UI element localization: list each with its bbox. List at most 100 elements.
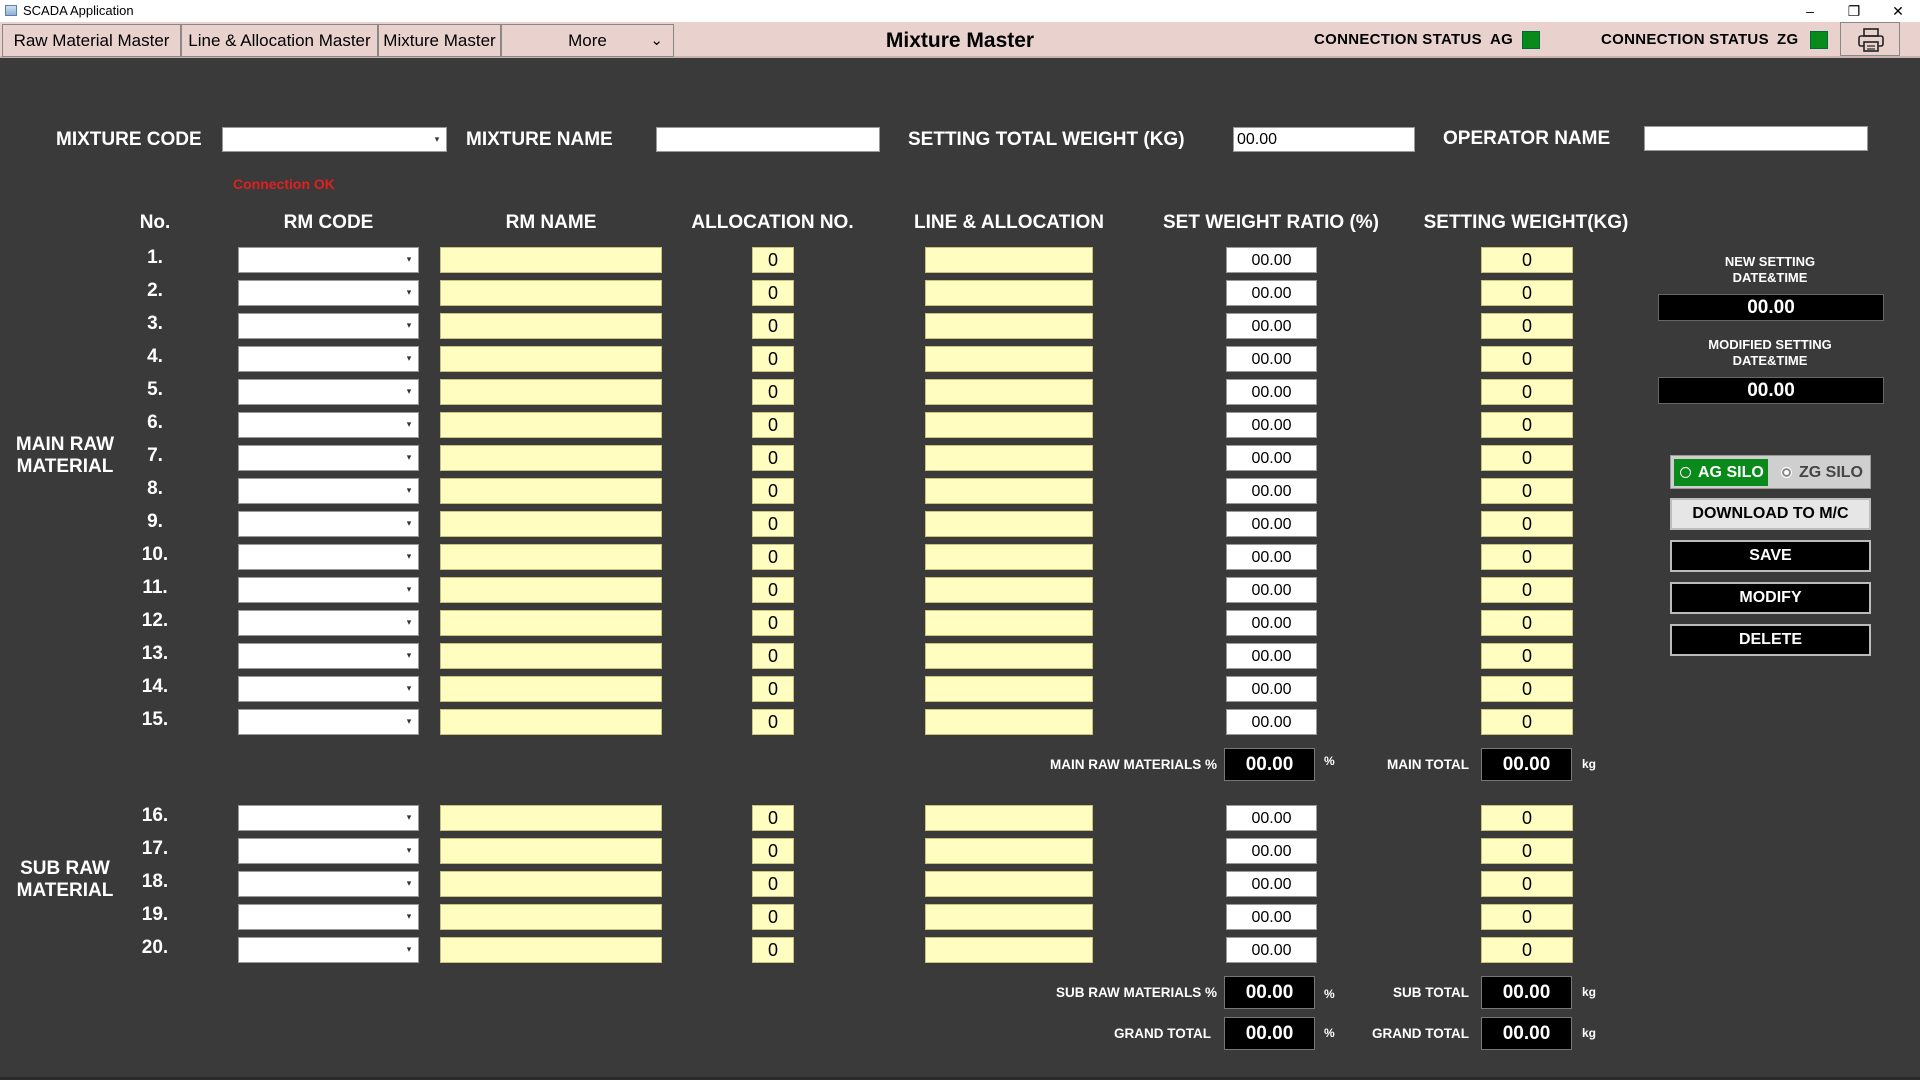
rm-name-field[interactable]: [440, 445, 662, 471]
rm-code-combo[interactable]: ▾: [238, 577, 419, 603]
save-button[interactable]: SAVE: [1670, 540, 1871, 572]
allocation-no-field[interactable]: 0: [752, 445, 794, 471]
allocation-no-field[interactable]: 0: [752, 346, 794, 372]
line-allocation-field[interactable]: [925, 478, 1093, 504]
rm-code-combo[interactable]: ▾: [238, 838, 419, 864]
line-allocation-field[interactable]: [925, 610, 1093, 636]
line-allocation-field[interactable]: [925, 346, 1093, 372]
print-button[interactable]: [1840, 22, 1900, 56]
setting-weight-field[interactable]: 0: [1481, 313, 1573, 339]
rm-name-field[interactable]: [440, 838, 662, 864]
allocation-no-field[interactable]: 0: [752, 643, 794, 669]
download-to-mc-button[interactable]: DOWNLOAD TO M/C: [1670, 498, 1871, 530]
setting-weight-field[interactable]: 0: [1481, 346, 1573, 372]
allocation-no-field[interactable]: 0: [752, 610, 794, 636]
rm-code-combo[interactable]: ▾: [238, 247, 419, 273]
line-allocation-field[interactable]: [925, 511, 1093, 537]
weight-ratio-input[interactable]: 00.00: [1226, 379, 1317, 405]
allocation-no-field[interactable]: 0: [752, 577, 794, 603]
rm-name-field[interactable]: [440, 313, 662, 339]
weight-ratio-input[interactable]: 00.00: [1226, 676, 1317, 702]
allocation-no-field[interactable]: 0: [752, 838, 794, 864]
allocation-no-field[interactable]: 0: [752, 937, 794, 963]
line-allocation-field[interactable]: [925, 676, 1093, 702]
rm-code-combo[interactable]: ▾: [238, 412, 419, 438]
modify-button[interactable]: MODIFY: [1670, 582, 1871, 614]
rm-code-combo[interactable]: ▾: [238, 280, 419, 306]
rm-code-combo[interactable]: ▾: [238, 313, 419, 339]
rm-name-field[interactable]: [440, 280, 662, 306]
rm-code-combo[interactable]: ▾: [238, 676, 419, 702]
setting-weight-field[interactable]: 0: [1481, 904, 1573, 930]
allocation-no-field[interactable]: 0: [752, 904, 794, 930]
setting-weight-field[interactable]: 0: [1481, 676, 1573, 702]
allocation-no-field[interactable]: 0: [752, 478, 794, 504]
delete-button[interactable]: DELETE: [1670, 624, 1871, 656]
line-allocation-field[interactable]: [925, 904, 1093, 930]
weight-ratio-input[interactable]: 00.00: [1226, 346, 1317, 372]
line-allocation-field[interactable]: [925, 379, 1093, 405]
minimize-button[interactable]: –: [1788, 0, 1832, 22]
allocation-no-field[interactable]: 0: [752, 379, 794, 405]
rm-code-combo[interactable]: ▾: [238, 643, 419, 669]
setting-weight-field[interactable]: 0: [1481, 838, 1573, 864]
rm-code-combo[interactable]: ▾: [238, 511, 419, 537]
weight-ratio-input[interactable]: 00.00: [1226, 280, 1317, 306]
ag-silo-radio[interactable]: AG SILO: [1674, 459, 1768, 486]
weight-ratio-input[interactable]: 00.00: [1226, 904, 1317, 930]
line-allocation-field[interactable]: [925, 643, 1093, 669]
allocation-no-field[interactable]: 0: [752, 676, 794, 702]
rm-code-combo[interactable]: ▾: [238, 544, 419, 570]
rm-code-combo[interactable]: ▾: [238, 937, 419, 963]
setting-weight-field[interactable]: 0: [1481, 643, 1573, 669]
setting-weight-field[interactable]: 0: [1481, 805, 1573, 831]
operator-name-input[interactable]: [1644, 126, 1868, 151]
allocation-no-field[interactable]: 0: [752, 544, 794, 570]
rm-name-field[interactable]: [440, 937, 662, 963]
rm-name-field[interactable]: [440, 676, 662, 702]
rm-code-combo[interactable]: ▾: [238, 445, 419, 471]
weight-ratio-input[interactable]: 00.00: [1226, 643, 1317, 669]
line-allocation-field[interactable]: [925, 544, 1093, 570]
allocation-no-field[interactable]: 0: [752, 313, 794, 339]
setting-weight-field[interactable]: 0: [1481, 709, 1573, 735]
tab-more-dropdown[interactable]: More ⌄: [501, 24, 674, 57]
rm-code-combo[interactable]: ▾: [238, 871, 419, 897]
weight-ratio-input[interactable]: 00.00: [1226, 610, 1317, 636]
rm-name-field[interactable]: [440, 412, 662, 438]
mixture-code-combo[interactable]: ▾: [222, 127, 447, 152]
line-allocation-field[interactable]: [925, 838, 1093, 864]
rm-code-combo[interactable]: ▾: [238, 805, 419, 831]
weight-ratio-input[interactable]: 00.00: [1226, 544, 1317, 570]
weight-ratio-input[interactable]: 00.00: [1226, 838, 1317, 864]
line-allocation-field[interactable]: [925, 280, 1093, 306]
weight-ratio-input[interactable]: 00.00: [1226, 511, 1317, 537]
rm-name-field[interactable]: [440, 346, 662, 372]
weight-ratio-input[interactable]: 00.00: [1226, 445, 1317, 471]
close-button[interactable]: ✕: [1876, 0, 1920, 22]
line-allocation-field[interactable]: [925, 313, 1093, 339]
weight-ratio-input[interactable]: 00.00: [1226, 805, 1317, 831]
rm-code-combo[interactable]: ▾: [238, 610, 419, 636]
allocation-no-field[interactable]: 0: [752, 511, 794, 537]
rm-name-field[interactable]: [440, 544, 662, 570]
rm-code-combo[interactable]: ▾: [238, 379, 419, 405]
weight-ratio-input[interactable]: 00.00: [1226, 871, 1317, 897]
allocation-no-field[interactable]: 0: [752, 280, 794, 306]
line-allocation-field[interactable]: [925, 247, 1093, 273]
rm-name-field[interactable]: [440, 643, 662, 669]
setting-weight-field[interactable]: 0: [1481, 280, 1573, 306]
rm-name-field[interactable]: [440, 478, 662, 504]
rm-name-field[interactable]: [440, 610, 662, 636]
restore-button[interactable]: ❐: [1832, 0, 1876, 22]
setting-weight-field[interactable]: 0: [1481, 871, 1573, 897]
weight-ratio-input[interactable]: 00.00: [1226, 247, 1317, 273]
rm-code-combo[interactable]: ▾: [238, 478, 419, 504]
setting-weight-field[interactable]: 0: [1481, 445, 1573, 471]
weight-ratio-input[interactable]: 00.00: [1226, 577, 1317, 603]
rm-name-field[interactable]: [440, 904, 662, 930]
tab-mixture-master[interactable]: Mixture Master: [378, 24, 501, 57]
zg-silo-radio[interactable]: ZG SILO: [1775, 459, 1869, 486]
tab-raw-material-master[interactable]: Raw Material Master: [2, 24, 181, 57]
line-allocation-field[interactable]: [925, 709, 1093, 735]
